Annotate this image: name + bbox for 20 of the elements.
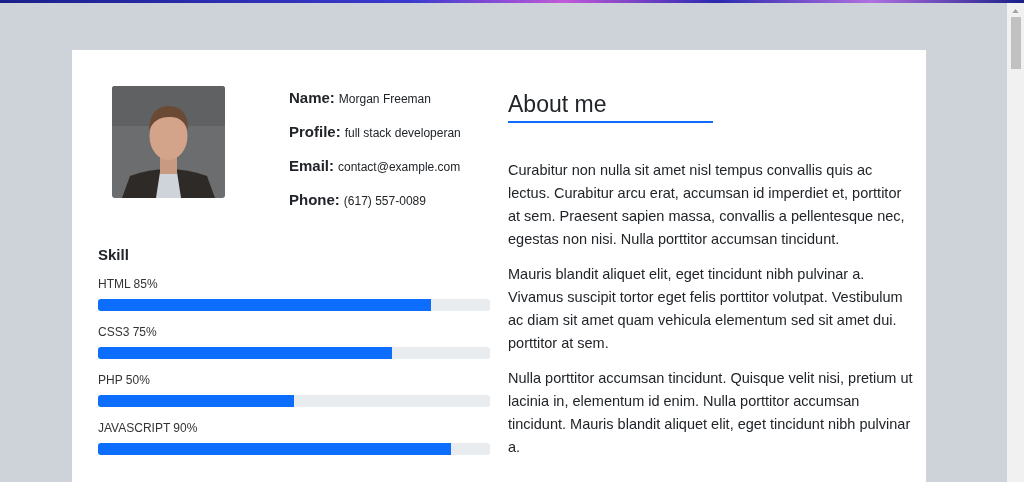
- section-heading: About me: [508, 90, 608, 118]
- field-label: Name:: [289, 89, 335, 106]
- field-value: (617) 557-0089: [343, 194, 426, 208]
- scroll-up-icon[interactable]: [1012, 9, 1019, 13]
- field-value: contact@example.com: [338, 160, 461, 174]
- field-label: Email:: [289, 157, 334, 174]
- skill-label: JAVASCRIPT 90%: [98, 421, 199, 437]
- field-value: Morgan Freeman: [338, 92, 431, 106]
- paragraph: Nulla porttitor accumsan tincidunt. Quisque velit nisi, pretium ut lacinia in, elementum id enim. Nulla porttitor accumsan tincidunt. Mauris blandit aliquet elit, eget tincidunt nibh pulvinar a.: [508, 369, 913, 457]
- scrollbar[interactable]: [1007, 3, 1024, 482]
- field-label: Phone:: [289, 191, 340, 208]
- paragraph: Curabitur non nulla sit amet nisl tempus convallis quis ac lectus. Curabitur arcu erat, accumsan id imperdiet et, porttitor at sem. Praesent sapien massa, convallis a pellentesque nec, egestas non nisi. Nulla porttitor accumsan tincidunt.: [508, 161, 906, 249]
- scrollbar-thumb[interactable]: [1010, 17, 1021, 69]
- field-label: Profile:: [289, 123, 341, 140]
- skill-label: CSS3 75%: [98, 325, 158, 341]
- skill-label: PHP 50%: [98, 373, 151, 389]
- field-value: full stack developeran: [344, 126, 461, 140]
- section-title: Skill: [98, 246, 130, 263]
- skill-label: HTML 85%: [98, 277, 159, 293]
- paragraph: Mauris blandit aliquet elit, eget tincidunt nibh pulvinar a. Vivamus suscipit tortor eget felis porttitor volutpat. Vestibulum ac diam sit amet quam vehicula elementum sed sit amet dui. porttitor at sem.: [508, 265, 904, 353]
